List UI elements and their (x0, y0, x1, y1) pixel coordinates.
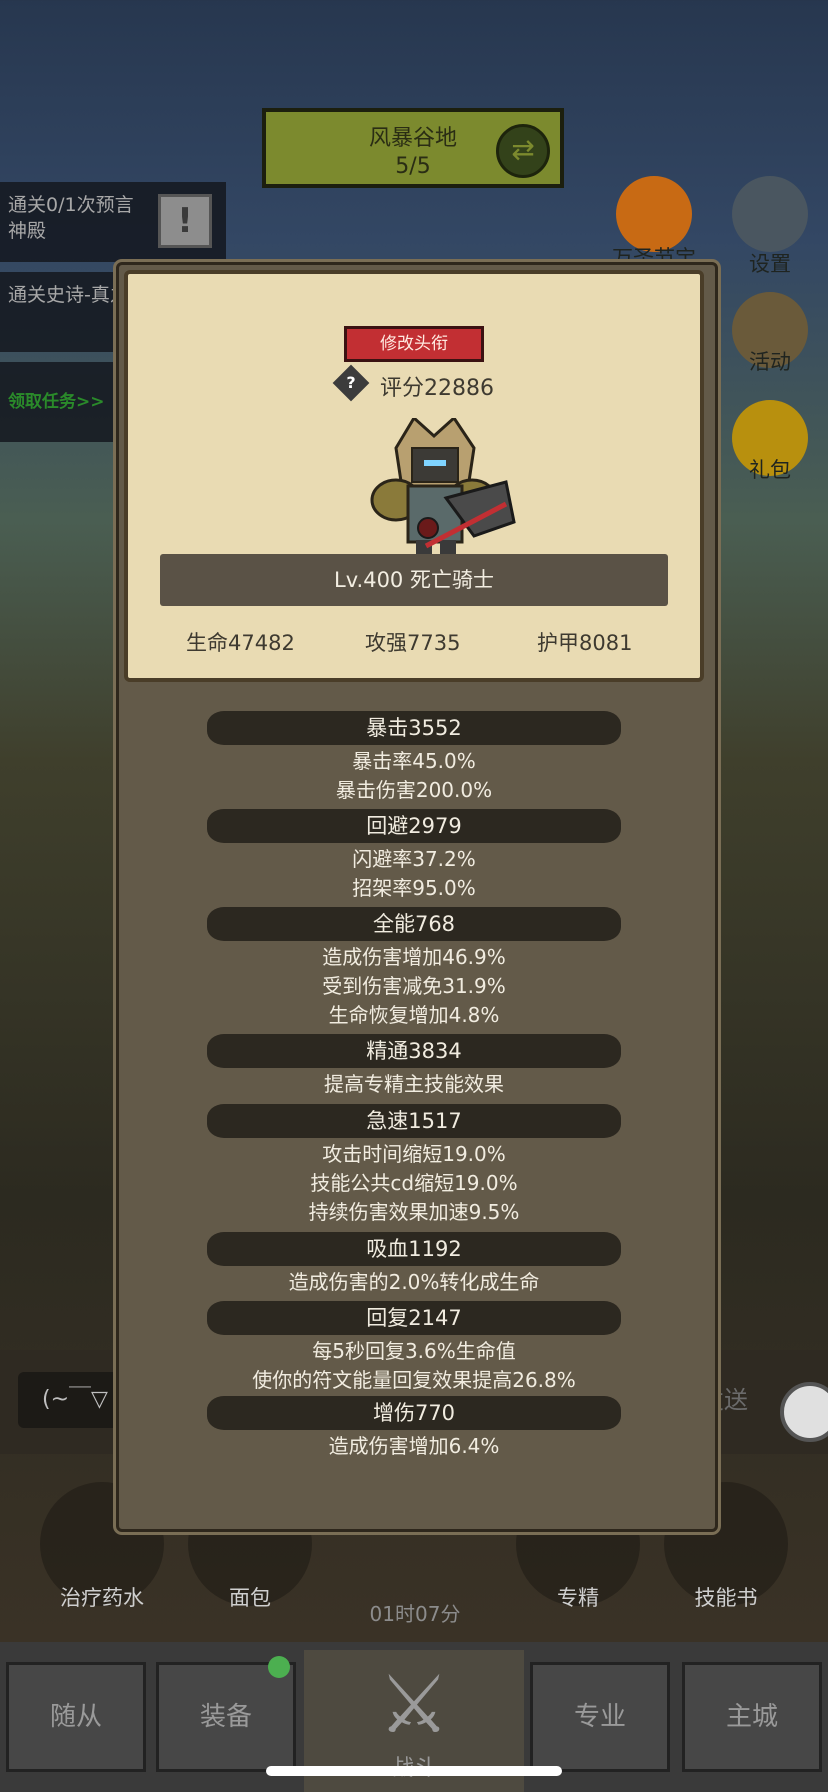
tab-profession[interactable]: 专业 (530, 1662, 670, 1772)
stat-line: 造成伤害增加6.4% (328, 1434, 500, 1458)
stat-head-regen: 回复2147 (207, 1301, 621, 1335)
tab-main-city[interactable]: 主城 (682, 1662, 822, 1772)
stat-line: 受到伤害减免31.9% (322, 974, 506, 998)
score: 评分22886 (380, 376, 494, 401)
quest-text: 通关0/1次预言神殿 (8, 194, 134, 242)
notification-dot (268, 1656, 290, 1678)
timer: 01时07分 (369, 1602, 461, 1626)
stat-line: 技能公共cd缩短19.0% (310, 1171, 518, 1195)
stat-line: 持续伤害效果加速9.5% (308, 1200, 520, 1224)
stat-line: 生命恢复增加4.8% (328, 1003, 500, 1027)
help-icon-glyph: ? (346, 373, 356, 392)
claim-quest-link[interactable]: 领取任务>> (0, 362, 128, 442)
chat-input[interactable]: (~￣▽ (18, 1372, 128, 1428)
stat-head-versatility: 全能768 (207, 907, 621, 941)
bread-label: 面包 (229, 1586, 271, 1610)
gift-label: 礼包 (749, 458, 791, 482)
quest-item-1[interactable]: 通关0/1次预言神殿 ! (0, 182, 226, 262)
stat-line: 造成伤害的2.0%转化成生命 (288, 1270, 540, 1294)
armor-stat: 护甲8081 (537, 631, 633, 655)
change-title-button[interactable]: 修改头衔 (344, 326, 484, 362)
gift-button[interactable]: 礼包 (728, 400, 812, 484)
stat-line: 使你的符文能量回复效果提高26.8% (252, 1368, 576, 1392)
events-button[interactable]: 活动 (728, 292, 812, 376)
gear-icon (732, 176, 808, 252)
attack-stat: 攻强7735 (365, 631, 461, 655)
pumpkin-icon (616, 176, 692, 252)
stat-line: 暴击率45.0% (352, 749, 476, 773)
stat-head-mastery: 精通3834 (207, 1034, 621, 1068)
stat-head-avoidance: 回避2979 (207, 809, 621, 843)
crossed-swords-icon: ⚔ (378, 1658, 450, 1751)
exclamation-icon: ! (158, 194, 212, 248)
events-label: 活动 (749, 350, 791, 374)
stat-head-leech: 吸血1192 (207, 1232, 621, 1266)
gear-icon[interactable] (780, 1382, 828, 1442)
specialization-label: 专精 (557, 1586, 599, 1610)
stat-line: 攻击时间缩短19.0% (322, 1142, 506, 1166)
stat-line: 闪避率37.2% (352, 847, 476, 871)
settings-label: 设置 (749, 252, 791, 276)
character-name-bar: Lv.400 死亡骑士 (160, 554, 668, 606)
hp-stat: 生命47482 (186, 631, 295, 655)
tab-equipment[interactable]: 装备 (156, 1662, 296, 1772)
swap-map-icon[interactable]: ⇄ (496, 124, 550, 178)
stat-line: 招架率95.0% (352, 876, 476, 900)
stat-line: 造成伤害增加46.9% (322, 945, 506, 969)
stat-line: 每5秒回复3.6%生命值 (312, 1339, 516, 1363)
map-banner[interactable]: 风暴谷地 5/5 ⇄ (262, 108, 564, 188)
stat-head-damage-bonus: 增伤770 (207, 1396, 621, 1430)
skillbook-label: 技能书 (694, 1586, 758, 1610)
stat-head-haste: 急速1517 (207, 1104, 621, 1138)
potion-label: 治疗药水 (60, 1586, 144, 1610)
stat-line: 提高专精主技能效果 (324, 1072, 504, 1096)
death-knight-avatar (370, 418, 516, 560)
tab-followers[interactable]: 随从 (6, 1662, 146, 1772)
home-indicator (266, 1766, 562, 1776)
stat-head-crit: 暴击3552 (207, 711, 621, 745)
stat-line: 暴击伤害200.0% (335, 778, 493, 802)
settings-button[interactable]: 设置 (728, 176, 812, 278)
